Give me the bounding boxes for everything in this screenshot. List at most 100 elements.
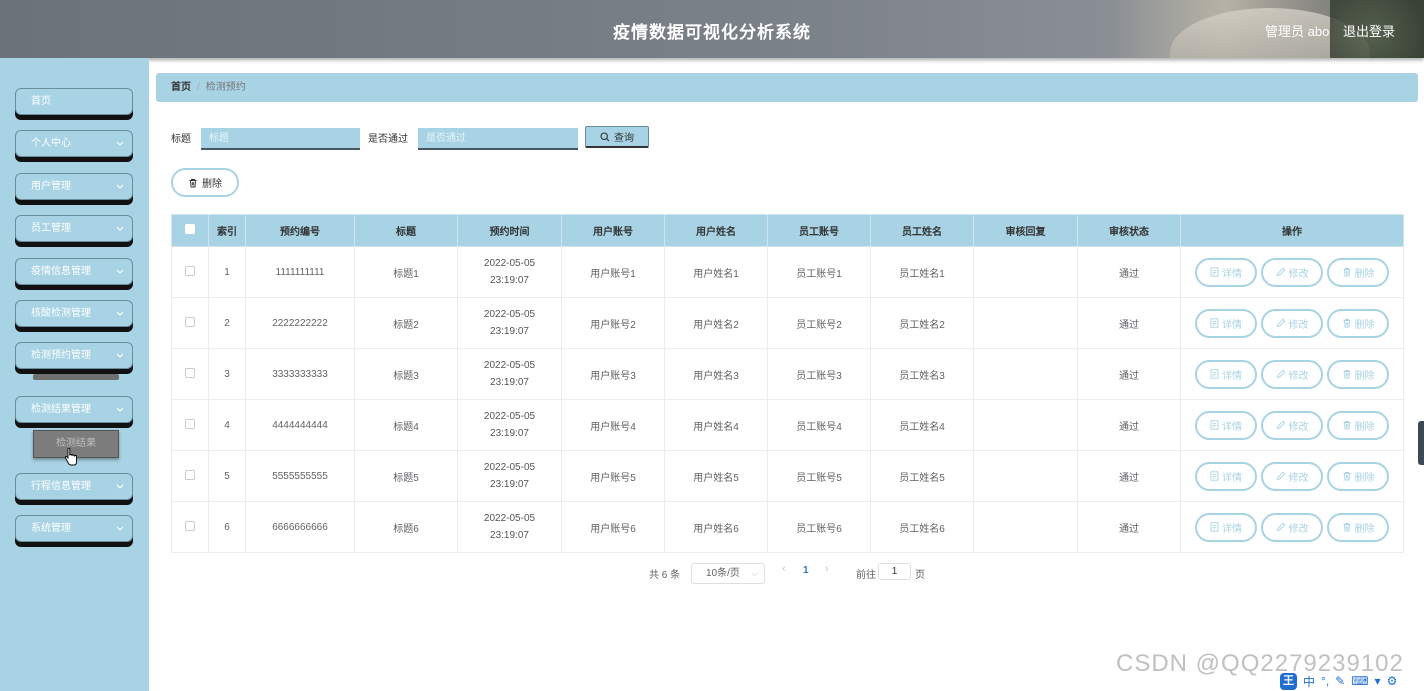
top-header: 疫情数据可视化分析系统 管理员 abo 退出登录 bbox=[0, 0, 1424, 58]
delete-button[interactable]: 删除 bbox=[1327, 308, 1389, 338]
edit-icon bbox=[1276, 318, 1285, 328]
keyboard-icon[interactable]: ⌨ bbox=[1351, 674, 1368, 688]
delete-button-label: 删除 bbox=[1354, 421, 1375, 433]
column-header-staff-name: 员工姓名 bbox=[870, 214, 974, 247]
cell-reply bbox=[973, 297, 1078, 349]
row-select-cell bbox=[171, 246, 209, 298]
sidebar-item-trip-info-management[interactable]: 行程信息管理 bbox=[15, 473, 133, 500]
column-header-user-name: 用户姓名 bbox=[664, 214, 768, 247]
row-checkbox[interactable] bbox=[185, 520, 195, 531]
edit-button[interactable]: 修改 bbox=[1261, 512, 1323, 542]
cell-time: 2022-05-05 23:19:07 bbox=[457, 450, 562, 502]
cell-index: 5 bbox=[208, 450, 246, 502]
cell-actions: 详情 修改 删除 bbox=[1180, 246, 1404, 298]
delete-button[interactable]: 删除 bbox=[1327, 257, 1389, 287]
chevron-down-icon bbox=[116, 397, 124, 412]
trash-icon bbox=[189, 178, 197, 187]
current-user: 管理员 abo bbox=[1265, 24, 1330, 39]
cell-user-name: 用户姓名1 bbox=[664, 246, 768, 298]
document-icon bbox=[1210, 471, 1219, 481]
detail-button[interactable]: 详情 bbox=[1195, 308, 1257, 338]
cell-index: 4 bbox=[208, 399, 246, 451]
goto-page-input[interactable] bbox=[878, 563, 911, 580]
page-size-select[interactable]: 10条/页 ⌵ bbox=[691, 563, 765, 584]
column-header-staff-account: 员工账号 bbox=[767, 214, 871, 247]
ime-logo-icon[interactable]: 王 bbox=[1280, 672, 1297, 690]
edit-icon bbox=[1276, 471, 1285, 481]
column-header-time: 预约时间 bbox=[457, 214, 562, 247]
gear-icon[interactable]: ⚙ bbox=[1387, 674, 1398, 688]
batch-delete-button[interactable]: 删除 bbox=[171, 168, 239, 197]
ime-toolbar: 王 中 °, ✎ ⌨ ▾ ⚙ bbox=[1280, 672, 1397, 690]
sidebar-item-label: 首页 bbox=[31, 96, 51, 107]
pass-filter-input[interactable] bbox=[418, 128, 578, 150]
select-all-checkbox[interactable] bbox=[185, 224, 195, 234]
submenu-item-collapsed[interactable] bbox=[33, 374, 119, 380]
document-icon bbox=[1210, 369, 1219, 379]
table-row: 3 3333333333 标题3 2022-05-05 23:19:07 用户账号3 用户… bbox=[171, 348, 1404, 400]
row-checkbox[interactable] bbox=[185, 316, 195, 327]
sidebar-item-system-management[interactable]: 系统管理 bbox=[15, 515, 133, 542]
side-panel-handle[interactable] bbox=[1418, 421, 1424, 465]
prev-page-icon[interactable]: ‹ bbox=[782, 563, 786, 575]
detail-button[interactable]: 详情 bbox=[1195, 257, 1257, 287]
sidebar-item-nucleic-test-management[interactable]: 核酸检测管理 bbox=[15, 300, 133, 327]
delete-button[interactable]: 删除 bbox=[1327, 410, 1389, 440]
sidebar-item-home[interactable]: 首页 bbox=[15, 88, 133, 115]
shirt-icon[interactable]: ▾ bbox=[1375, 674, 1381, 688]
delete-button[interactable]: 删除 bbox=[1327, 461, 1389, 491]
page-number[interactable]: 1 bbox=[803, 565, 809, 576]
cell-status: 通过 bbox=[1077, 297, 1181, 349]
detail-button[interactable]: 详情 bbox=[1195, 410, 1257, 440]
cell-index: 1 bbox=[208, 246, 246, 298]
breadcrumb-home[interactable]: 首页 bbox=[171, 82, 191, 93]
cell-staff-name: 员工姓名1 bbox=[870, 246, 974, 298]
sidebar-item-test-appointment-management[interactable]: 检测预约管理 bbox=[15, 342, 133, 369]
sidebar-item-staff-management[interactable]: 员工管理 bbox=[15, 215, 133, 242]
title-filter-input[interactable] bbox=[201, 128, 360, 150]
next-page-icon[interactable]: › bbox=[825, 563, 829, 575]
cell-reply bbox=[973, 399, 1078, 451]
detail-button[interactable]: 详情 bbox=[1195, 359, 1257, 389]
edit-button[interactable]: 修改 bbox=[1261, 410, 1323, 440]
chevron-down-icon bbox=[116, 131, 124, 146]
cell-actions: 详情 修改 删除 bbox=[1180, 399, 1404, 451]
detail-button[interactable]: 详情 bbox=[1195, 461, 1257, 491]
row-select-cell bbox=[171, 501, 209, 553]
edit-button[interactable]: 修改 bbox=[1261, 359, 1323, 389]
document-icon bbox=[1210, 420, 1219, 430]
cell-time: 2022-05-05 23:19:07 bbox=[457, 399, 562, 451]
cell-index: 2 bbox=[208, 297, 246, 349]
row-checkbox[interactable] bbox=[185, 469, 195, 480]
punctuation-icon[interactable]: °, bbox=[1321, 674, 1329, 688]
sidebar-item-personal-center[interactable]: 个人中心 bbox=[15, 130, 133, 157]
edit-button[interactable]: 修改 bbox=[1261, 308, 1323, 338]
cell-code: 1111111111 bbox=[245, 246, 355, 298]
row-checkbox[interactable] bbox=[185, 367, 195, 378]
pen-icon[interactable]: ✎ bbox=[1335, 674, 1345, 688]
ime-mode[interactable]: 中 bbox=[1303, 673, 1315, 690]
document-icon bbox=[1210, 522, 1219, 532]
detail-button-label: 详情 bbox=[1222, 268, 1242, 280]
table-row: 5 5555555555 标题5 2022-05-05 23:19:07 用户账号5 用户… bbox=[171, 450, 1404, 502]
cell-staff-account: 员工账号5 bbox=[767, 450, 871, 502]
sidebar-item-test-result-management[interactable]: 检测结果管理 bbox=[15, 396, 133, 423]
column-header-title: 标题 bbox=[354, 214, 458, 247]
sidebar-item-user-management[interactable]: 用户管理 bbox=[15, 173, 133, 200]
detail-button[interactable]: 详情 bbox=[1195, 512, 1257, 542]
edit-button[interactable]: 修改 bbox=[1261, 461, 1323, 491]
logout-link[interactable]: 退出登录 bbox=[1343, 21, 1395, 40]
row-checkbox[interactable] bbox=[185, 265, 195, 276]
chevron-down-icon: ⌵ bbox=[751, 568, 758, 578]
edit-button[interactable]: 修改 bbox=[1261, 257, 1323, 287]
cell-staff-name: 员工姓名2 bbox=[870, 297, 974, 349]
delete-button[interactable]: 删除 bbox=[1327, 359, 1389, 389]
sidebar-item-epidemic-info-management[interactable]: 疫情信息管理 bbox=[15, 258, 133, 285]
chevron-down-icon bbox=[116, 216, 124, 231]
delete-button-label: 删除 bbox=[1354, 472, 1375, 484]
row-checkbox[interactable] bbox=[185, 418, 195, 429]
cell-user-account: 用户账号4 bbox=[561, 399, 665, 451]
query-button[interactable]: 查询 bbox=[585, 126, 649, 148]
delete-button[interactable]: 删除 bbox=[1327, 512, 1389, 542]
cell-user-name: 用户姓名5 bbox=[664, 450, 768, 502]
